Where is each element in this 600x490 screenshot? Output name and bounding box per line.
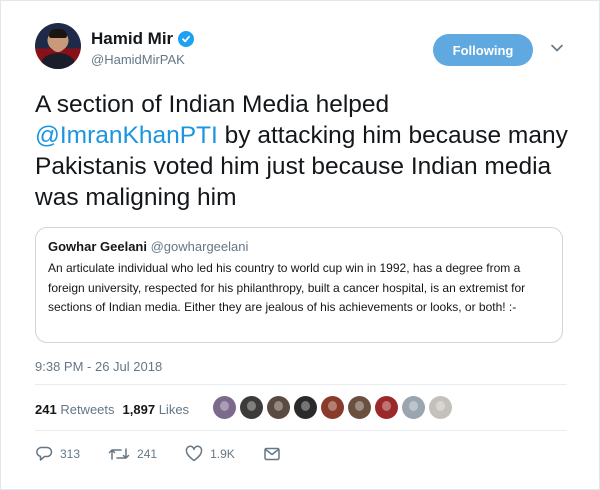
retweet-count: 241 — [137, 447, 158, 461]
like-icon — [185, 445, 203, 463]
dm-action[interactable] — [263, 445, 281, 463]
liker-avatar[interactable] — [429, 396, 452, 419]
author-name[interactable]: Hamid Mir — [91, 29, 173, 49]
tweet-text: A section of Indian Media helped @ImranK… — [35, 89, 575, 213]
retweets-stat[interactable]: 241 Retweets — [35, 402, 115, 417]
like-action[interactable]: 1.9K — [185, 445, 235, 463]
retweet-icon — [108, 445, 130, 463]
likes-label: Likes — [158, 402, 190, 417]
quoted-tweet-header: Gowhar Geelani @gowhargeelani — [48, 239, 550, 254]
divider — [35, 384, 567, 385]
action-bar: 313 241 1.9K — [35, 443, 309, 465]
like-count: 1.9K — [210, 447, 235, 461]
tweet-card: Hamid Mir @HamidMirPAK Following A secti… — [0, 0, 600, 490]
liker-avatars — [213, 396, 452, 419]
verified-badge-icon — [178, 31, 195, 47]
quoted-author-handle: @gowhargeelani — [150, 239, 249, 254]
likes-count: 1,897 — [122, 402, 156, 417]
divider — [35, 430, 567, 431]
liker-avatar[interactable] — [240, 396, 263, 419]
following-button[interactable]: Following — [433, 34, 533, 66]
retweets-count: 241 — [35, 402, 57, 417]
timestamp[interactable]: 9:38 PM - 26 Jul 2018 — [35, 359, 162, 374]
quoted-tweet-text: An articulate individual who led his cou… — [48, 261, 526, 314]
retweets-label: Retweets — [60, 402, 115, 417]
liker-avatar[interactable] — [321, 396, 344, 419]
likes-stat[interactable]: 1,897 Likes — [123, 402, 190, 417]
mention-link[interactable]: @ImranKhanPTI — [35, 122, 218, 149]
liker-avatar[interactable] — [267, 396, 290, 419]
quoted-author-name: Gowhar Geelani — [48, 239, 147, 254]
engagement-stats: 241 Retweets 1,897 Likes — [35, 402, 189, 417]
liker-avatar[interactable] — [348, 396, 371, 419]
avatar[interactable] — [35, 23, 81, 69]
quoted-tweet[interactable]: Gowhar Geelani @gowhargeelani An articul… — [35, 227, 563, 343]
author-name-row[interactable]: Hamid Mir — [91, 29, 195, 49]
dm-icon — [263, 445, 281, 463]
retweet-action[interactable]: 241 — [108, 445, 157, 463]
liker-avatar[interactable] — [213, 396, 236, 419]
liker-avatar[interactable] — [294, 396, 317, 419]
liker-avatar[interactable] — [375, 396, 398, 419]
tweet-text-part: A section of Indian Media helped — [35, 91, 390, 118]
reply-icon — [35, 445, 53, 463]
chevron-down-icon[interactable] — [550, 41, 564, 55]
reply-action[interactable]: 313 — [35, 445, 80, 463]
liker-avatar[interactable] — [402, 396, 425, 419]
author-handle[interactable]: @HamidMirPAK — [91, 52, 185, 67]
reply-count: 313 — [60, 447, 81, 461]
